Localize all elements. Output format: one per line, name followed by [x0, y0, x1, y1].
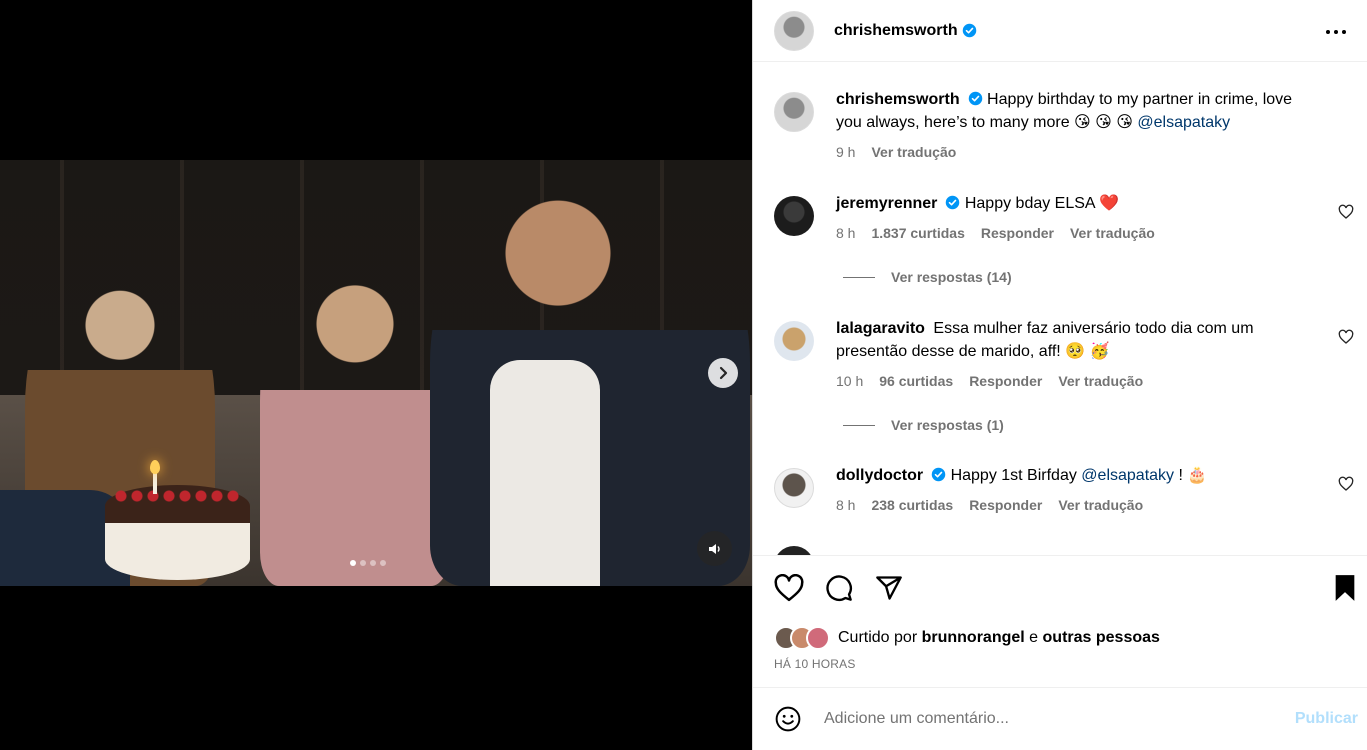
comment-username[interactable]: dollydoctor: [836, 467, 923, 484]
comment-reply-button[interactable]: Responder: [969, 370, 1042, 393]
comment-item: dollydoctor Happy 1st Birfday @elsapatak…: [774, 464, 1354, 517]
post-timestamp[interactable]: HÁ 10 HORAS: [774, 657, 856, 671]
author-username[interactable]: chrishemsworth: [834, 22, 958, 40]
comment-translate-button[interactable]: Ver tradução: [1058, 494, 1143, 517]
emoji-picker-button[interactable]: [774, 705, 802, 733]
comment-avatar[interactable]: [774, 196, 814, 236]
post-media: [0, 0, 752, 750]
share-button[interactable]: [873, 572, 905, 604]
caption-translate-button[interactable]: Ver tradução: [871, 141, 956, 164]
comment-avatar[interactable]: [774, 321, 814, 361]
verified-badge-icon: [931, 467, 946, 482]
carousel-dot: [360, 560, 366, 566]
comment-reply-button[interactable]: Responder: [981, 222, 1054, 245]
caption-avatar[interactable]: [774, 92, 814, 132]
comment-avatar[interactable]: [774, 468, 814, 508]
photo-cake: [105, 485, 250, 580]
post-header: chrishemsworth: [753, 0, 1367, 62]
more-options-button[interactable]: [1324, 20, 1348, 44]
view-replies-label[interactable]: Ver respostas (1): [891, 417, 1004, 433]
comment-button[interactable]: [823, 572, 855, 604]
carousel-indicator: [350, 560, 386, 566]
verified-badge-icon: [962, 23, 976, 38]
comment-mention-link[interactable]: @elsapataky: [1081, 467, 1174, 484]
heart-icon: [774, 574, 804, 602]
post-side-panel: chrishemsworth chrishemsworth Happy birt…: [752, 0, 1367, 750]
verified-badge-icon: [946, 195, 960, 210]
carousel-next-button[interactable]: [708, 358, 738, 388]
comment-time[interactable]: 8 h: [836, 222, 855, 245]
view-replies-label[interactable]: Ver respostas (14): [891, 269, 1012, 285]
photo-flame: [150, 460, 160, 474]
post-photo[interactable]: [0, 160, 752, 586]
speaker-icon: [708, 543, 720, 554]
comment-translate-button[interactable]: Ver tradução: [1070, 222, 1155, 245]
save-button[interactable]: [1329, 572, 1361, 604]
liked-by-middle: e: [1029, 629, 1039, 646]
publish-button[interactable]: Publicar: [1295, 710, 1358, 728]
caption-time[interactable]: 9 h: [836, 141, 855, 164]
comment-text: Happy bday ELSA ❤️: [964, 195, 1120, 212]
comment-item: lalagaravito Essa mulher faz aniversário…: [774, 317, 1354, 393]
comment-translate-button[interactable]: Ver tradução: [1058, 370, 1143, 393]
verified-badge-icon: [968, 91, 982, 106]
chevron-right-icon: [719, 366, 728, 380]
liked-by-avatars[interactable]: [774, 626, 830, 650]
carousel-dot: [380, 560, 386, 566]
like-comment-heart-icon[interactable]: [1338, 204, 1354, 220]
smiley-icon: [775, 706, 801, 732]
comment-text-end: ! 🎂: [1174, 467, 1208, 484]
comment-username[interactable]: lalagaravito: [836, 320, 925, 337]
photo-person-middle: [260, 250, 450, 586]
liked-by-user-link[interactable]: brunnorangel: [922, 629, 1025, 647]
comment-likes-count[interactable]: 1.837 curtidas: [871, 222, 964, 245]
comment-time[interactable]: 8 h: [836, 494, 855, 517]
photo-candle: [153, 472, 157, 494]
comment-avatar-partial[interactable]: [774, 546, 814, 555]
comment-likes-count[interactable]: 96 curtidas: [879, 370, 953, 393]
like-button[interactable]: [773, 572, 805, 604]
carousel-dot: [350, 560, 356, 566]
caption-username[interactable]: chrishemsworth: [836, 91, 960, 108]
carousel-dot: [370, 560, 376, 566]
paper-plane-icon: [876, 576, 902, 600]
mute-toggle-button[interactable]: [697, 531, 732, 566]
comment-item: jeremyrenner Happy bday ELSA ❤️ 8 h 1.83…: [774, 192, 1354, 245]
caption-mention-link[interactable]: @elsapataky: [1137, 114, 1230, 131]
liked-by-others-link[interactable]: outras pessoas: [1043, 629, 1160, 647]
comment-reply-button[interactable]: Responder: [969, 494, 1042, 517]
replies-divider: [843, 424, 875, 426]
comment-likes-count[interactable]: 238 curtidas: [871, 494, 953, 517]
photo-person-right: [430, 180, 750, 586]
add-comment-bar: Publicar: [753, 687, 1367, 750]
comment-time[interactable]: 10 h: [836, 370, 863, 393]
caption: chrishemsworth Happy birthday to my part…: [774, 88, 1354, 164]
comment-username[interactable]: jeremyrenner: [836, 195, 937, 212]
view-replies-button[interactable]: Ver respostas (14): [843, 269, 1012, 285]
comment-input[interactable]: [824, 710, 1264, 728]
speech-bubble-icon: [826, 575, 852, 601]
more-horizontal-icon: [1326, 30, 1346, 34]
comment-text: Happy 1st Birfday: [950, 467, 1082, 484]
liked-by-prefix: Curtido por: [838, 629, 918, 646]
comments-list[interactable]: chrishemsworth Happy birthday to my part…: [753, 62, 1367, 556]
like-comment-heart-icon[interactable]: [1338, 329, 1354, 345]
view-replies-button[interactable]: Ver respostas (1): [843, 417, 1004, 433]
action-bar: [753, 568, 1367, 608]
like-comment-heart-icon[interactable]: [1338, 476, 1354, 492]
author-avatar[interactable]: [774, 10, 814, 51]
bookmark-icon: [1335, 575, 1355, 601]
liked-by: Curtido por brunnorangel e outras pessoa…: [774, 626, 1160, 650]
replies-divider: [843, 276, 875, 278]
